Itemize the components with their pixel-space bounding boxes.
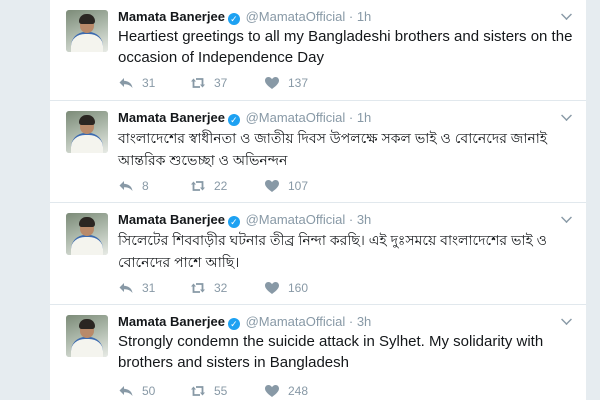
avatar[interactable]	[66, 111, 108, 153]
heart-icon	[265, 77, 279, 89]
tweet-actions: 31 37 137	[118, 75, 418, 91]
reply-count: 50	[142, 384, 156, 398]
reply-count: 31	[142, 76, 156, 90]
tweet-text: সিলেটের শিববাড়ীর ঘটনার তীব্র নিন্দা করছ…	[118, 232, 547, 270]
retweet-icon	[191, 181, 205, 191]
chevron-down-icon[interactable]	[561, 314, 572, 325]
avatar[interactable]	[66, 315, 108, 357]
scrollbar[interactable]	[590, 0, 600, 400]
verified-badge-icon: ✓	[227, 114, 240, 126]
author-handle[interactable]: @MamataOfficial	[246, 212, 346, 227]
tweet-header: Mamata Banerjee ✓ @MamataOfficial · 3h	[118, 313, 558, 331]
reply-arrow-icon	[119, 78, 133, 88]
verified-badge-icon: ✓	[227, 318, 240, 330]
retweet-icon	[191, 78, 205, 88]
retweet-count: 37	[214, 76, 228, 90]
timestamp[interactable]: 3h	[357, 212, 371, 227]
separator: ·	[348, 212, 354, 227]
tweet-header: Mamata Banerjee ✓ @MamataOfficial · 1h	[118, 8, 558, 26]
retweet-icon	[191, 283, 205, 293]
author-name[interactable]: Mamata Banerjee	[118, 110, 225, 125]
like-count: 107	[288, 179, 309, 193]
author-handle[interactable]: @MamataOfficial	[246, 9, 346, 24]
reply-count: 31	[142, 281, 156, 295]
timeline: Mamata Banerjee ✓ @MamataOfficial · 1h He…	[50, 0, 586, 400]
heart-icon	[265, 180, 279, 192]
verified-badge-icon: ✓	[227, 13, 240, 25]
retweet-icon	[191, 386, 205, 396]
separator: ·	[348, 314, 354, 329]
timestamp[interactable]: 1h	[357, 9, 371, 24]
like-count: 248	[288, 384, 309, 398]
avatar[interactable]	[66, 10, 108, 52]
tweet-actions: 8 22 107	[118, 178, 418, 194]
tweet[interactable]: Mamata Banerjee ✓ @MamataOfficial · 1h He…	[50, 0, 586, 101]
reply-arrow-icon	[119, 386, 133, 396]
avatar[interactable]	[66, 213, 108, 255]
heart-icon	[265, 282, 279, 294]
tweet-header: Mamata Banerjee ✓ @MamataOfficial · 1h	[118, 109, 558, 127]
verified-badge-icon: ✓	[227, 216, 240, 228]
author-name[interactable]: Mamata Banerjee	[118, 212, 225, 227]
tweet-text: বাংলাদেশের স্বাধীনতা ও জাতীয় দিবস উপলক্…	[118, 130, 548, 168]
heart-icon	[265, 385, 279, 397]
tweet[interactable]: Mamata Banerjee ✓ @MamataOfficial · 3h সি…	[50, 203, 586, 305]
author-name[interactable]: Mamata Banerjee	[118, 9, 225, 24]
retweet-count: 22	[214, 179, 228, 193]
like-count: 137	[288, 76, 309, 90]
separator: ·	[348, 110, 354, 125]
retweet-count: 55	[214, 384, 228, 398]
author-handle[interactable]: @MamataOfficial	[246, 110, 346, 125]
tweet-text: Strongly condemn the suicide attack in S…	[118, 333, 544, 371]
timestamp[interactable]: 3h	[357, 314, 371, 329]
chevron-down-icon[interactable]	[561, 110, 572, 121]
tweet-text: Heartiest greetings to all my Bangladesh…	[118, 28, 573, 66]
chevron-down-icon[interactable]	[561, 212, 572, 223]
timestamp[interactable]: 1h	[357, 110, 371, 125]
tweet[interactable]: Mamata Banerjee ✓ @MamataOfficial · 3h St…	[50, 305, 586, 400]
reply-count: 8	[142, 179, 149, 193]
tweet-actions: 50 55 248	[118, 383, 418, 399]
chevron-down-icon[interactable]	[561, 9, 572, 20]
tweet[interactable]: Mamata Banerjee ✓ @MamataOfficial · 1h বা…	[50, 101, 586, 203]
reply-arrow-icon	[119, 283, 133, 293]
tweet-actions: 31 32 160	[118, 280, 418, 296]
like-count: 160	[288, 281, 309, 295]
tweet-header: Mamata Banerjee ✓ @MamataOfficial · 3h	[118, 211, 558, 229]
separator: ·	[348, 9, 354, 24]
retweet-count: 32	[214, 281, 228, 295]
author-name[interactable]: Mamata Banerjee	[118, 314, 225, 329]
author-handle[interactable]: @MamataOfficial	[246, 314, 346, 329]
reply-arrow-icon	[119, 181, 133, 191]
